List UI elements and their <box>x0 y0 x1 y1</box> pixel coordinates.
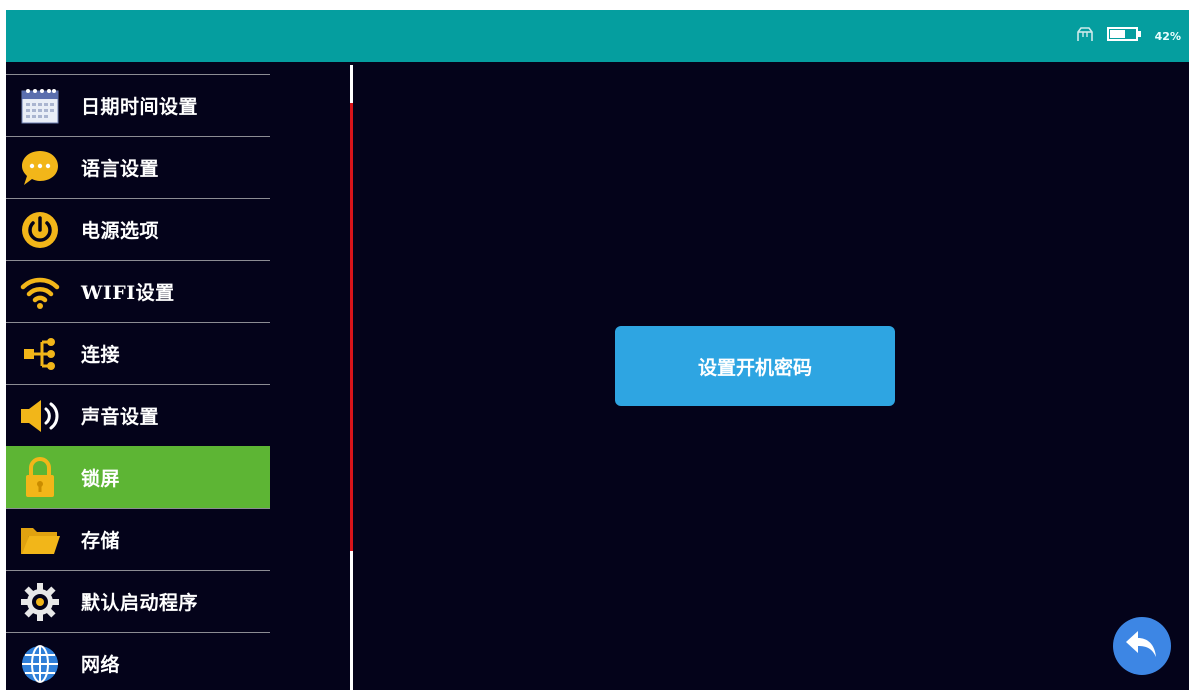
scrollbar-thumb[interactable] <box>350 103 353 551</box>
sidebar-item-network[interactable]: 网络 <box>6 632 270 690</box>
sidebar-item-label: 锁屏 <box>81 468 121 490</box>
sidebar-item-wifi[interactable]: WIFI设置 <box>6 260 270 322</box>
sidebar-item-label: 网络 <box>81 654 121 676</box>
sidebar-item-datetime[interactable]: 日期时间设置 <box>6 74 270 136</box>
speaker-icon <box>18 394 62 438</box>
chat-bubble-icon <box>18 146 62 190</box>
back-button[interactable] <box>1113 617 1171 675</box>
sidebar-item-power[interactable]: 电源选项 <box>6 198 270 260</box>
connection-icon <box>18 332 62 376</box>
sidebar-item-lockscreen[interactable]: 锁屏 <box>6 446 270 508</box>
folder-icon <box>18 518 62 562</box>
back-arrow-icon <box>1124 628 1160 664</box>
battery-percentage: 42% <box>1154 29 1181 43</box>
device-screen: 42% 日期时间设置 语言设置 电源选项 WIFI设置 连接 声音设置 锁屏 存… <box>6 10 1189 690</box>
settings-sidebar: 日期时间设置 语言设置 电源选项 WIFI设置 连接 声音设置 锁屏 存储 默认… <box>6 62 276 690</box>
sidebar-item-sound[interactable]: 声音设置 <box>6 384 270 446</box>
battery-icon <box>1106 26 1143 46</box>
sidebar-item-label: 连接 <box>81 344 121 366</box>
sidebar-item-label: 电源选项 <box>81 220 160 242</box>
sidebar-item-label: 语言设置 <box>81 158 160 180</box>
sidebar-item-label: 声音设置 <box>81 406 160 428</box>
power-icon <box>18 208 62 252</box>
sidebar-item-label: 默认启动程序 <box>81 592 199 614</box>
wifi-icon <box>18 270 62 314</box>
content-panel: 设置开机密码 <box>354 62 1189 690</box>
sidebar-item-label: 日期时间设置 <box>81 96 199 118</box>
sidebar-item-language[interactable]: 语言设置 <box>6 136 270 198</box>
header-bar: 42% <box>6 10 1189 62</box>
sidebar-scrollbar[interactable] <box>350 65 353 690</box>
globe-icon <box>18 642 62 686</box>
lock-icon <box>18 456 62 500</box>
sidebar-item-storage[interactable]: 存储 <box>6 508 270 570</box>
sidebar-item-connection[interactable]: 连接 <box>6 322 270 384</box>
status-area: 42% <box>1075 27 1181 45</box>
settings-menu: 日期时间设置 语言设置 电源选项 WIFI设置 连接 声音设置 锁屏 存储 默认… <box>6 74 270 690</box>
gear-icon <box>18 580 62 624</box>
sidebar-item-label: WIFI设置 <box>81 282 175 304</box>
sidebar-item-label: 存储 <box>81 530 121 552</box>
set-boot-password-button[interactable]: 设置开机密码 <box>615 326 895 406</box>
calendar-icon <box>18 84 62 128</box>
top-cropped-strip <box>0 0 1189 10</box>
usb-icon <box>1075 26 1095 46</box>
sidebar-item-default-app[interactable]: 默认启动程序 <box>6 570 270 632</box>
